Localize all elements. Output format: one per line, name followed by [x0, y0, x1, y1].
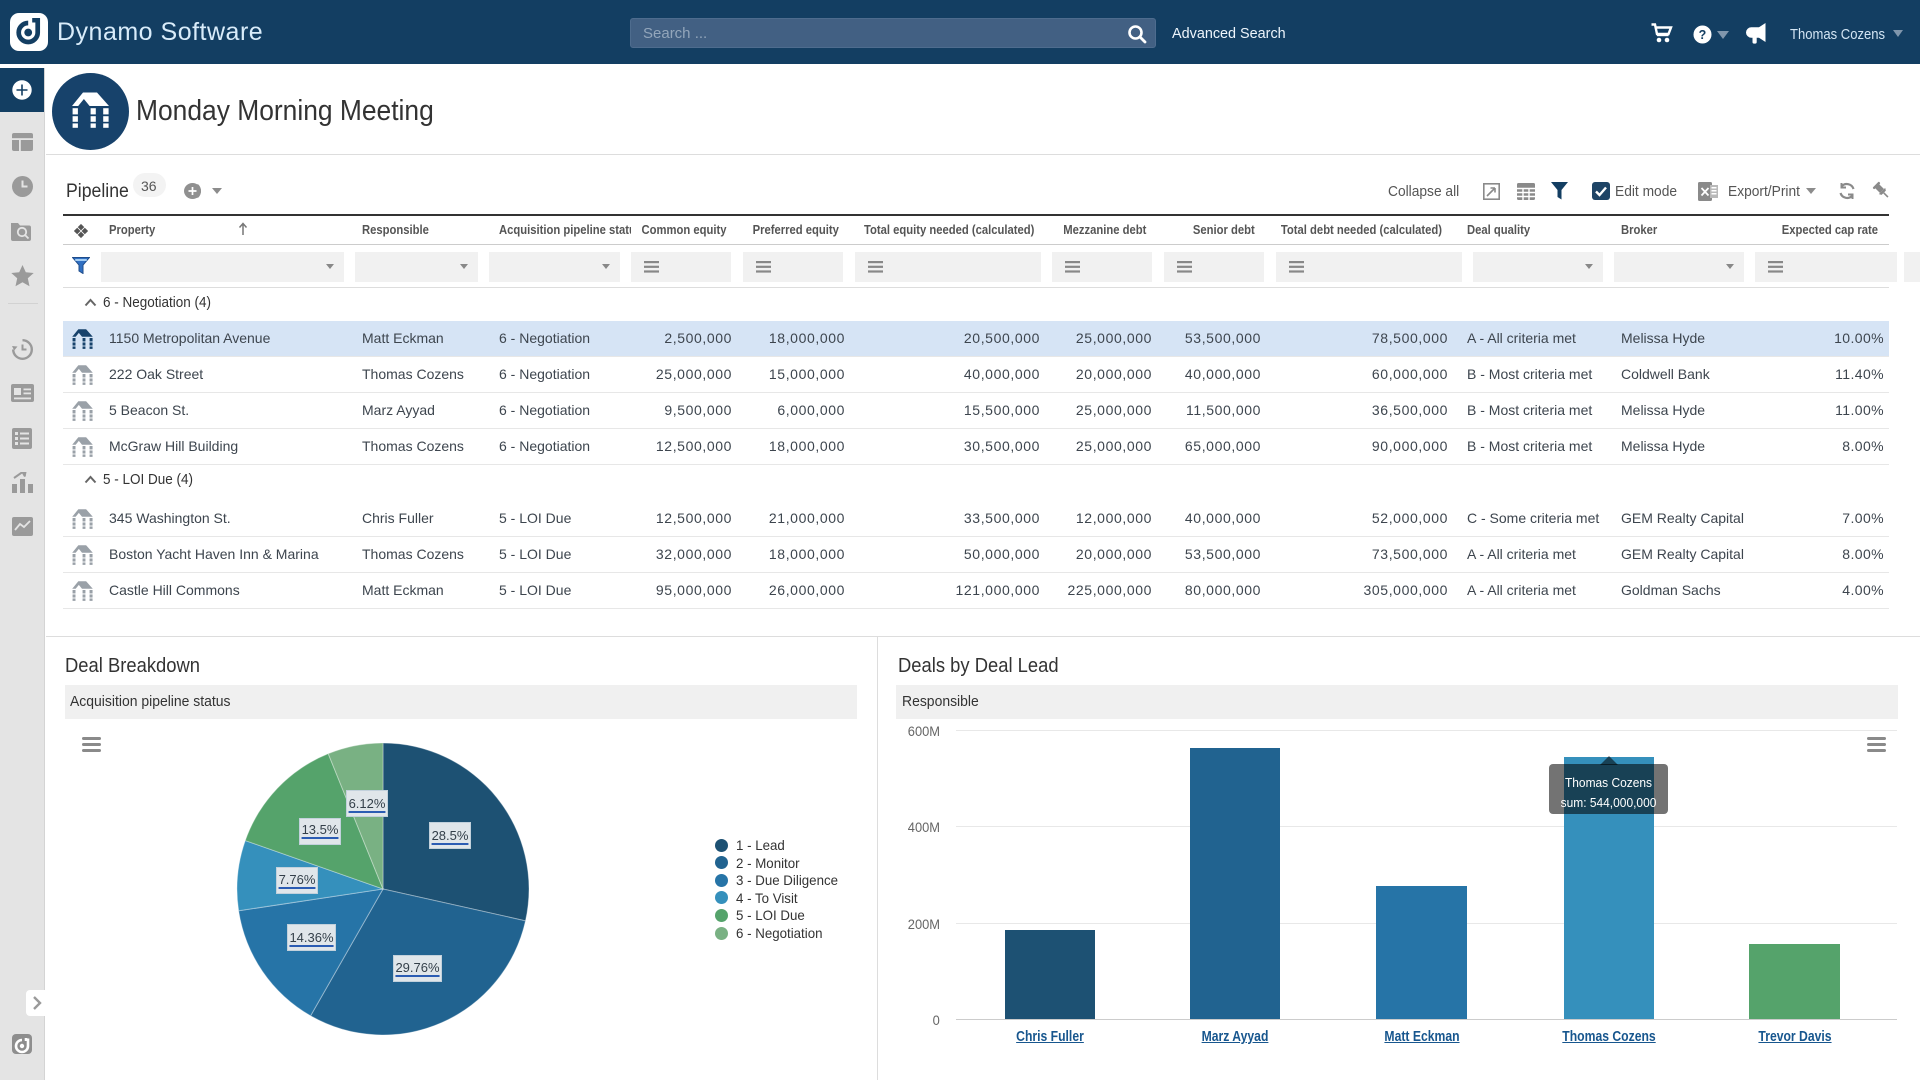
svg-text:?: ?: [1699, 28, 1707, 42]
